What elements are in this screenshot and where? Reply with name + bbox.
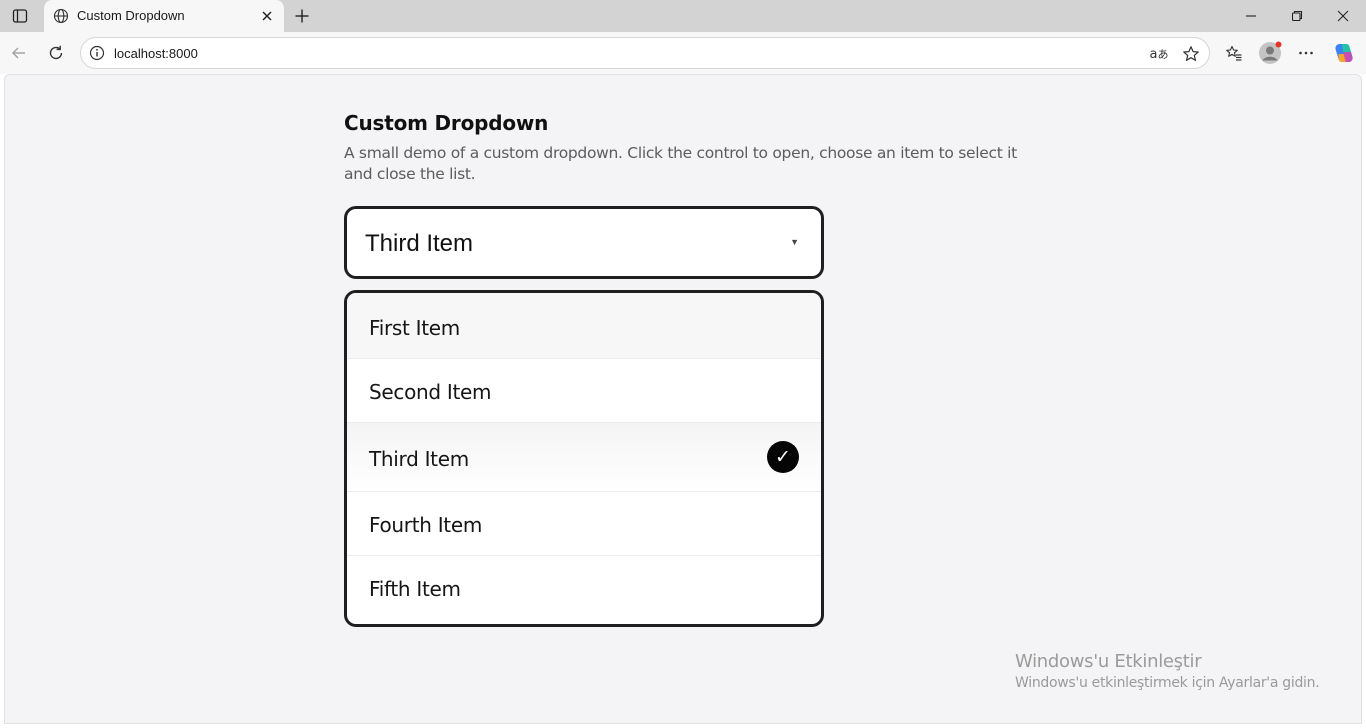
url-text: localhost:8000 — [114, 46, 198, 61]
read-aloud-icon: aあ — [1149, 47, 1169, 62]
sidebar-toggle-button[interactable] — [6, 3, 34, 29]
read-aloud-button[interactable]: aあ — [1148, 43, 1170, 65]
dropdown-option-third[interactable]: Third Item ✓ — [347, 423, 821, 492]
reload-button[interactable] — [41, 39, 71, 67]
back-button[interactable] — [4, 39, 34, 67]
option-label: Fourth Item — [369, 513, 483, 537]
info-icon — [89, 45, 105, 61]
site-info-button[interactable] — [88, 44, 106, 62]
favorite-button[interactable] — [1180, 43, 1202, 65]
dropdown-option-fourth[interactable]: Fourth Item — [347, 492, 821, 556]
new-tab-button[interactable] — [288, 3, 316, 29]
windows-activation-watermark: Windows'u Etkinleştir Windows'u etkinleş… — [1015, 651, 1320, 691]
option-label: Second Item — [369, 380, 492, 404]
minimize-button[interactable] — [1228, 0, 1274, 32]
option-label: First Item — [369, 316, 460, 340]
more-menu-button[interactable] — [1291, 39, 1321, 67]
watermark-subtitle: Windows'u etkinleştirmek için Ayarlar'a … — [1015, 675, 1320, 691]
restore-button[interactable] — [1274, 0, 1320, 32]
globe-icon — [52, 7, 70, 25]
browser-toolbar: localhost:8000 aあ — [0, 32, 1366, 74]
more-icon — [1299, 51, 1313, 55]
watermark-title: Windows'u Etkinleştir — [1015, 651, 1202, 672]
dropdown-option-second[interactable]: Second Item — [347, 359, 821, 423]
avatar — [1259, 41, 1282, 64]
copilot-button[interactable] — [1329, 39, 1359, 67]
profile-button[interactable] — [1255, 39, 1285, 67]
caret-down-icon: ▼ — [790, 237, 799, 247]
dropdown-list: First Item Second Item Third Item ✓ Four… — [344, 290, 824, 627]
back-arrow-icon — [12, 47, 25, 59]
option-label: Fifth Item — [369, 577, 461, 601]
dropdown-control[interactable]: Third Item ▼ — [344, 206, 824, 279]
tab-close-button[interactable] — [258, 7, 276, 25]
close-icon — [1337, 10, 1349, 22]
favorites-button[interactable] — [1219, 39, 1249, 67]
star-icon — [1183, 46, 1199, 61]
page-title: Custom Dropdown — [344, 111, 549, 135]
option-label: Third Item — [369, 447, 469, 471]
address-bar[interactable]: localhost:8000 aあ — [80, 37, 1210, 69]
dropdown-option-fifth[interactable]: Fifth Item — [347, 556, 821, 624]
tab-title: Custom Dropdown — [77, 8, 185, 23]
browser-tab[interactable]: Custom Dropdown — [44, 0, 284, 32]
reload-icon — [49, 45, 63, 60]
plus-icon — [295, 9, 309, 23]
close-window-button[interactable] — [1320, 0, 1366, 32]
check-icon: ✓ — [767, 441, 799, 473]
restore-icon — [1291, 10, 1303, 22]
tab-bar: Custom Dropdown — [0, 0, 1366, 32]
page-viewport: Custom Dropdown A small demo of a custom… — [4, 74, 1362, 724]
page-description: A small demo of a custom dropdown. Click… — [344, 144, 1017, 183]
dropdown-selected-value: Third Item — [365, 230, 474, 257]
favorites-icon — [1226, 45, 1242, 61]
sidebar-icon — [12, 9, 28, 23]
close-icon — [262, 11, 272, 21]
copilot-icon — [1335, 44, 1353, 62]
dropdown-option-first[interactable]: First Item — [347, 293, 821, 359]
minimize-icon — [1246, 15, 1256, 17]
